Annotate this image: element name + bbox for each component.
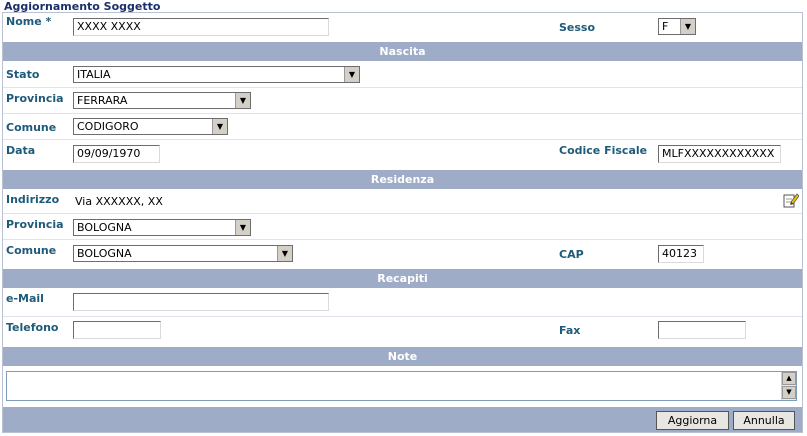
chevron-down-icon[interactable]: ▼ <box>235 93 250 108</box>
comune-nascita-label: Comune <box>6 121 57 134</box>
cap-label: CAP <box>559 248 584 261</box>
divider <box>3 213 802 214</box>
divider <box>3 113 802 114</box>
note-textarea[interactable]: ▲ ▼ <box>6 371 797 401</box>
scroll-up-icon[interactable]: ▲ <box>782 372 796 385</box>
section-note: Note <box>3 347 802 366</box>
stato-value: ITALIA <box>77 68 111 81</box>
fax-input[interactable] <box>658 321 746 339</box>
provincia-residenza-select[interactable]: BOLOGNA ▼ <box>73 219 251 236</box>
comune-residenza-value: BOLOGNA <box>77 247 132 260</box>
edit-icon[interactable] <box>783 192 800 208</box>
provincia-nascita-value: FERRARA <box>77 94 128 107</box>
scroll-down-icon[interactable]: ▼ <box>782 386 796 399</box>
sesso-label: Sesso <box>559 21 596 34</box>
comune-nascita-value: CODIGORO <box>77 120 139 133</box>
sesso-value: F <box>662 20 669 33</box>
sesso-select[interactable]: F ▼ <box>658 18 696 35</box>
telefono-input[interactable] <box>73 321 161 339</box>
indirizzo-label: Indirizzo <box>6 193 60 206</box>
divider <box>3 316 802 317</box>
section-recapiti: Recapiti <box>3 269 802 288</box>
email-label: e-Mail <box>6 292 44 305</box>
chevron-down-icon[interactable]: ▼ <box>344 67 359 82</box>
section-residenza: Residenza <box>3 170 802 189</box>
data-label: Data <box>6 144 36 157</box>
stato-select[interactable]: ITALIA ▼ <box>73 66 360 83</box>
comune-nascita-select[interactable]: CODIGORO ▼ <box>73 118 228 135</box>
annulla-button[interactable]: Annulla <box>733 411 795 430</box>
chevron-down-icon[interactable]: ▼ <box>235 220 250 235</box>
nome-label: Nome * <box>6 15 52 28</box>
divider <box>3 239 802 240</box>
email-input[interactable] <box>73 293 329 311</box>
codice-fiscale-label: Codice Fiscale <box>559 144 648 157</box>
comune-residenza-label: Comune <box>6 244 57 257</box>
chevron-down-icon[interactable]: ▼ <box>680 19 695 34</box>
note-scrollbar[interactable]: ▲ ▼ <box>781 372 796 400</box>
fax-label: Fax <box>559 324 581 337</box>
telefono-label: Telefono <box>6 321 59 334</box>
divider <box>3 87 802 88</box>
provincia-nascita-select[interactable]: FERRARA ▼ <box>73 92 251 109</box>
stato-label: Stato <box>6 68 40 81</box>
provincia-residenza-value: BOLOGNA <box>77 221 132 234</box>
indirizzo-value: Via XXXXXX, XX <box>75 195 163 208</box>
nome-input[interactable]: XXXX XXXX <box>73 18 329 36</box>
data-input[interactable]: 09/09/1970 <box>73 145 160 163</box>
codice-fiscale-input[interactable]: MLFXXXXXXXXXXXX <box>658 145 781 163</box>
divider <box>3 139 802 140</box>
section-nascita: Nascita <box>3 42 802 61</box>
chevron-down-icon[interactable]: ▼ <box>277 246 292 261</box>
chevron-down-icon[interactable]: ▼ <box>212 119 227 134</box>
cap-input[interactable]: 40123 <box>658 245 704 263</box>
comune-residenza-select[interactable]: BOLOGNA ▼ <box>73 245 293 262</box>
provincia-nascita-label: Provincia <box>6 92 64 105</box>
provincia-residenza-label: Provincia <box>6 218 64 231</box>
aggiorna-button[interactable]: Aggiorna <box>656 411 729 430</box>
